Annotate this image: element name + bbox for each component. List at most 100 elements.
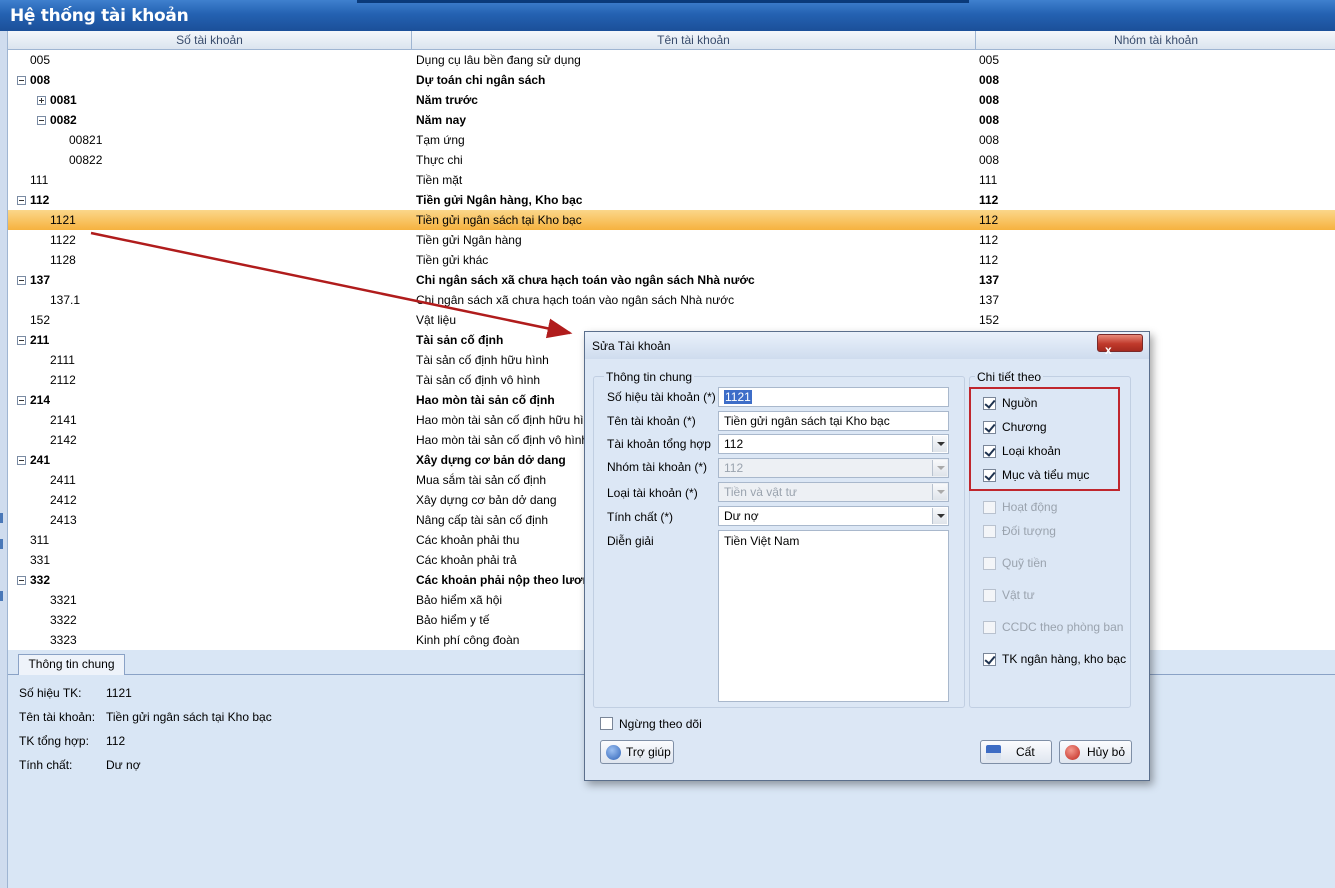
table-row[interactable]: 008 Dự toán chi ngân sách 008 xyxy=(8,70,1335,90)
cell-account-name: Năm nay xyxy=(416,113,467,127)
detail-option-checkbox xyxy=(983,621,996,634)
help-icon xyxy=(606,745,621,760)
description-textarea[interactable]: Tiền Việt Nam xyxy=(718,530,949,702)
cancel-button[interactable]: Hủy bỏ xyxy=(1059,740,1132,764)
account-no-value: 1121 xyxy=(724,390,752,404)
collapse-icon[interactable] xyxy=(17,456,26,465)
cell-account-name: Bảo hiểm xã hội xyxy=(416,593,503,607)
account-no-input[interactable]: 1121 xyxy=(718,387,949,407)
collapse-icon[interactable] xyxy=(17,396,26,405)
inactive-label: Ngừng theo dõi xyxy=(619,717,702,731)
chevron-down-icon xyxy=(932,484,947,500)
column-header-account-no[interactable]: Số tài khoản xyxy=(8,31,412,50)
cell-account-no: 331 xyxy=(30,553,51,567)
inactive-checkbox[interactable] xyxy=(600,717,613,730)
column-header-account-name[interactable]: Tên tài khoản xyxy=(412,31,976,50)
parent-account-value: 112 xyxy=(724,437,744,451)
collapse-icon[interactable] xyxy=(17,196,26,205)
tab-general-info[interactable]: Thông tin chung xyxy=(18,654,125,675)
cell-account-no: 2112 xyxy=(50,373,76,387)
edge-marker xyxy=(0,591,3,601)
cell-account-name: Tiền gửi Ngân hàng, Kho bạc xyxy=(416,193,583,207)
collapse-icon[interactable] xyxy=(17,276,26,285)
general-info-title: Thông tin chung xyxy=(604,370,695,384)
cell-account-group: 112 xyxy=(979,233,999,247)
table-row[interactable]: 1128 Tiền gửi khác 112 xyxy=(8,250,1335,270)
detail-option-checkbox xyxy=(983,589,996,602)
cell-account-no: 1122 xyxy=(50,233,76,247)
collapse-icon[interactable] xyxy=(17,76,26,85)
expand-icon[interactable] xyxy=(37,96,46,105)
chevron-down-icon[interactable] xyxy=(932,436,947,452)
cell-account-group: 008 xyxy=(979,93,1000,107)
table-row[interactable]: 112 Tiền gửi Ngân hàng, Kho bạc 112 xyxy=(8,190,1335,210)
cell-account-no: 0081 xyxy=(50,93,77,107)
account-name-label: Tên tài khoản (*) xyxy=(607,414,696,428)
table-row[interactable]: 005 Dụng cụ lâu bền đang sử dụng 005 xyxy=(8,50,1335,70)
grid-header: Số tài khoản Tên tài khoản Nhóm tài khoả… xyxy=(8,31,1335,50)
cell-account-no: 2111 xyxy=(50,353,75,367)
cell-account-no: 00821 xyxy=(69,133,103,147)
table-row[interactable]: 111 Tiền mặt 111 xyxy=(8,170,1335,190)
collapse-icon[interactable] xyxy=(37,116,46,125)
cell-account-name: Các khoản phải nộp theo lương xyxy=(416,573,598,587)
table-row[interactable]: 1122 Tiền gửi Ngân hàng 112 xyxy=(8,230,1335,250)
collapse-icon[interactable] xyxy=(17,576,26,585)
table-row-selected[interactable]: 1121 Tiền gửi ngân sách tại Kho bạc 112 xyxy=(8,210,1335,230)
cell-account-no: 211 xyxy=(30,333,50,347)
table-row[interactable]: 137.1 Chi ngân sách xã chưa hạch toán vào… xyxy=(8,290,1335,310)
table-row[interactable]: 0082 Năm nay 008 xyxy=(8,110,1335,130)
cell-account-name: Chi ngân sách xã chưa hạch toán vào ngân… xyxy=(416,293,735,307)
column-header-account-group[interactable]: Nhóm tài khoản xyxy=(976,31,1335,50)
nature-select[interactable]: Dư nợ xyxy=(718,506,949,526)
cell-account-no: 1121 xyxy=(50,213,76,227)
save-button[interactable]: Cất xyxy=(980,740,1052,764)
detail-option-checkbox[interactable] xyxy=(983,653,996,666)
collapse-icon[interactable] xyxy=(17,336,26,345)
account-group-select: 112 xyxy=(718,458,949,478)
account-name-input[interactable]: Tiền gửi ngân sách tại Kho bạc xyxy=(718,411,949,431)
table-row[interactable]: 152 Vật liệu 152 xyxy=(8,310,1335,330)
chevron-down-icon[interactable] xyxy=(932,508,947,524)
floppy-disk-icon xyxy=(986,745,1001,760)
cell-account-name: Vật liệu xyxy=(416,313,457,327)
cell-account-no: 005 xyxy=(30,53,51,67)
cell-account-group: 008 xyxy=(979,153,1000,167)
cell-account-group: 137 xyxy=(979,293,1000,307)
help-button[interactable]: Trợ giúp xyxy=(600,740,674,764)
cell-account-no: 111 xyxy=(30,173,49,187)
cell-account-no: 0082 xyxy=(50,113,77,127)
detail-option-checkbox xyxy=(983,525,996,538)
cell-account-no: 214 xyxy=(30,393,51,407)
cell-account-name: Bảo hiểm y tế xyxy=(416,613,490,627)
detail-value-nature: Dư nợ xyxy=(106,758,141,772)
cell-account-no: 332 xyxy=(30,573,51,587)
help-button-label: Trợ giúp xyxy=(626,745,671,759)
table-row[interactable]: 00822 Thực chi 008 xyxy=(8,150,1335,170)
cell-account-name: Kinh phí công đoàn xyxy=(416,633,520,647)
table-row[interactable]: 0081 Năm trước 008 xyxy=(8,90,1335,110)
cell-account-name: Mua sắm tài sản cố định xyxy=(416,473,547,487)
cell-account-name: Tài sản cố định xyxy=(416,333,504,347)
dialog-title: Sửa Tài khoản xyxy=(592,339,671,353)
parent-account-select[interactable]: 112 xyxy=(718,434,949,454)
detail-option-checkbox xyxy=(983,501,996,514)
cell-account-no: 3321 xyxy=(50,593,77,607)
dialog-title-bar[interactable]: Sửa Tài khoản x xyxy=(585,332,1149,359)
cell-account-no: 137 xyxy=(30,273,51,287)
table-row[interactable]: 00821 Tạm ứng 008 xyxy=(8,130,1335,150)
account-group-label: Nhóm tài khoản (*) xyxy=(607,460,708,474)
detail-option-label: Vật tư xyxy=(1002,588,1035,602)
cell-account-name: Tiền gửi khác xyxy=(416,253,489,267)
cell-account-no: 3323 xyxy=(50,633,77,647)
cell-account-group: 008 xyxy=(979,113,1000,127)
cell-account-name: Các khoản phải trả xyxy=(416,553,517,567)
account-no-label: Số hiệu tài khoản (*) xyxy=(607,390,716,404)
cell-account-name: Xây dựng cơ bản dở dang xyxy=(416,493,557,507)
cell-account-group: 008 xyxy=(979,73,1000,87)
table-row[interactable]: 137 Chi ngân sách xã chưa hạch toán vào n… xyxy=(8,270,1335,290)
detail-option-label: Hoạt động xyxy=(1002,500,1058,514)
detail-option-label: Đối tượng xyxy=(1002,524,1056,538)
cell-account-name: Dự toán chi ngân sách xyxy=(416,73,546,87)
close-button[interactable]: x xyxy=(1097,334,1143,357)
